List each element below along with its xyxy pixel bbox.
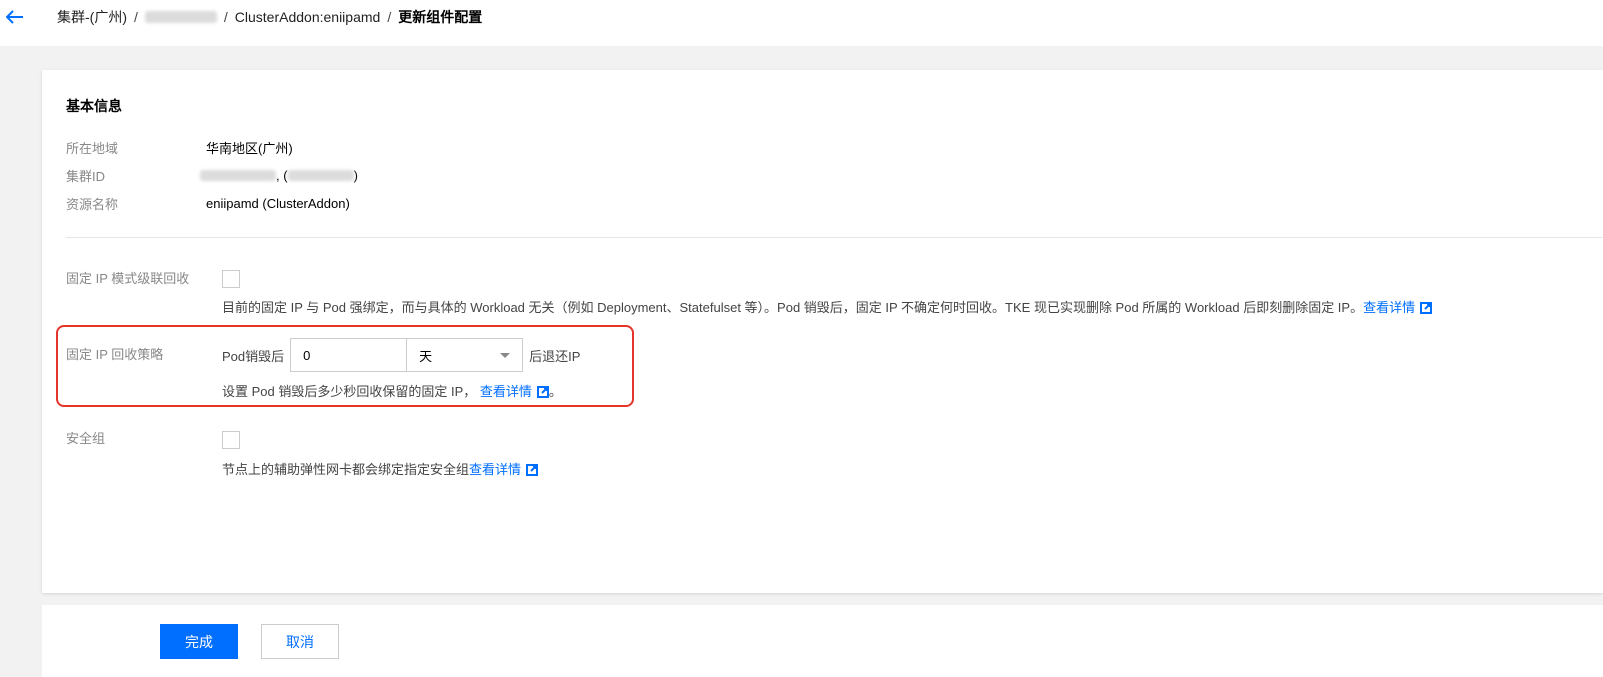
security-group-label: 安全组 xyxy=(66,431,106,446)
info-label: 所在地域 xyxy=(66,140,119,156)
cascade-recycle-label: 固定 IP 模式级联回收 xyxy=(66,271,190,286)
recycle-policy-row: Pod销毁后 天 后退还IP xyxy=(222,338,580,372)
link-text: 查看详情 xyxy=(1363,300,1416,315)
cascade-recycle-checkbox[interactable] xyxy=(222,270,240,288)
info-row-cluster-id: 集群ID , ( ) xyxy=(66,165,358,185)
breadcrumb-cluster[interactable]: 集群-(广州) xyxy=(57,7,127,27)
chevron-down-icon xyxy=(500,352,511,358)
top-bar: 集群-(广州) / / ClusterAddon:eniipamd / 更新组件… xyxy=(0,0,1603,46)
breadcrumb: 集群-(广州) / / ClusterAddon:eniipamd / 更新组件… xyxy=(57,7,482,27)
breadcrumb-cluster-name-redacted[interactable] xyxy=(144,11,217,23)
time-unit-value: 天 xyxy=(419,348,433,364)
cascade-recycle-help-text: 目前的固定 IP 与 Pod 强绑定，而与具体的 Workload 无关（例如 … xyxy=(222,300,1364,315)
cluster-id-redacted xyxy=(200,169,276,181)
external-link-icon xyxy=(1420,302,1433,314)
info-label: 资源名称 xyxy=(66,196,119,212)
recycle-policy-help-text: 设置 Pod 销毁后多少秒回收保留的固定 IP， xyxy=(222,384,477,399)
info-value: , ( ) xyxy=(200,168,358,183)
recycle-policy-details-link[interactable]: 查看详情 xyxy=(480,384,549,399)
cascade-recycle-help: 目前的固定 IP 与 Pod 强绑定，而与具体的 Workload 无关（例如 … xyxy=(222,298,1433,318)
external-link-icon xyxy=(536,386,549,398)
security-group-help: 节点上的辅助弹性网卡都会绑定指定安全组查看详情 xyxy=(222,460,539,480)
footer-actions: 完成 取消 xyxy=(42,605,1603,677)
link-text: 查看详情 xyxy=(469,462,522,477)
recycle-policy-prefix: Pod销毁后 xyxy=(222,348,285,364)
section-title: 基本信息 xyxy=(66,98,122,114)
recycle-policy-label: 固定 IP 回收策略 xyxy=(66,347,164,362)
external-link-icon xyxy=(526,464,539,476)
info-row-resource-name: 资源名称 eniipamd (ClusterAddon) xyxy=(66,193,350,213)
security-group-checkbox[interactable] xyxy=(222,431,240,449)
breadcrumb-addon[interactable]: ClusterAddon:eniipamd xyxy=(235,9,381,25)
info-row-region: 所在地域 华南地区(广州) xyxy=(66,137,293,157)
security-group-help-text: 节点上的辅助弹性网卡都会绑定指定安全组 xyxy=(222,462,470,477)
cluster-id-sep: , ( xyxy=(276,167,288,183)
recycle-days-input[interactable] xyxy=(290,338,408,372)
cluster-name-redacted xyxy=(287,169,354,181)
info-value: 华南地区(广州) xyxy=(206,140,293,156)
config-card: 基本信息 所在地域 华南地区(广州) 集群ID , ( ) 资源名称 eniip… xyxy=(42,70,1603,593)
breadcrumb-separator: / xyxy=(387,9,392,25)
recycle-policy-help: 设置 Pod 销毁后多少秒回收保留的固定 IP， 查看详情 。 xyxy=(222,382,562,402)
breadcrumb-separator: / xyxy=(134,9,138,25)
breadcrumb-current: 更新组件配置 xyxy=(398,9,483,25)
info-value: eniipamd (ClusterAddon) xyxy=(206,195,350,211)
confirm-button[interactable]: 完成 xyxy=(160,624,238,659)
security-group-details-link[interactable]: 查看详情 xyxy=(469,462,539,477)
cancel-button[interactable]: 取消 xyxy=(261,624,339,659)
info-label: 集群ID xyxy=(66,168,106,184)
recycle-policy-help-end: 。 xyxy=(548,384,562,399)
time-unit-select[interactable]: 天 xyxy=(407,338,524,372)
link-text: 查看详情 xyxy=(479,384,532,399)
back-arrow-icon[interactable] xyxy=(4,6,26,28)
recycle-policy-suffix: 后退还IP xyxy=(529,348,581,364)
breadcrumb-separator: / xyxy=(223,9,228,25)
cascade-recycle-details-link[interactable]: 查看详情 xyxy=(1363,300,1433,315)
divider xyxy=(66,237,1603,238)
cluster-id-close: ) xyxy=(353,167,358,183)
